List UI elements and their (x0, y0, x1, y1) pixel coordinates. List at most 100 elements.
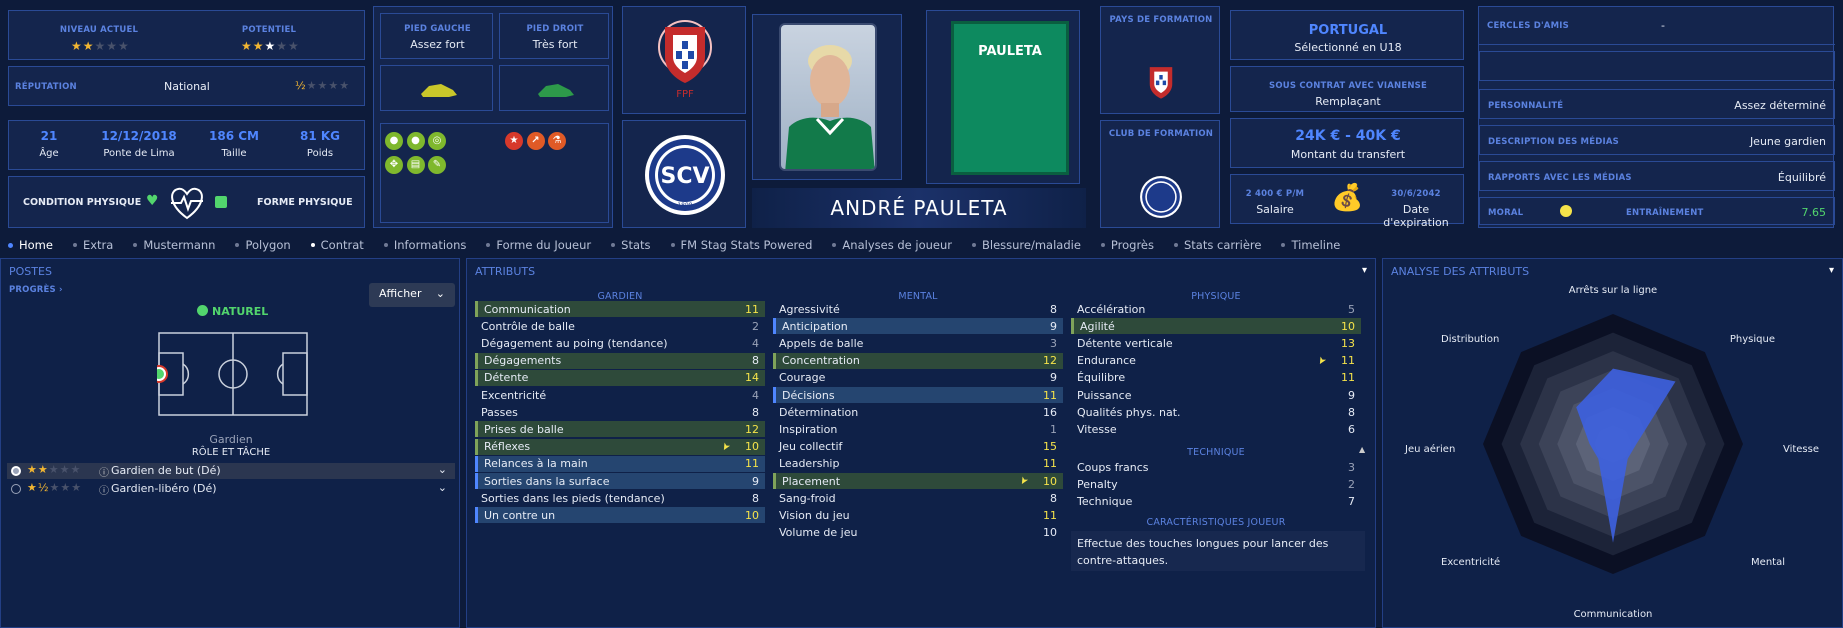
club-formation-label: CLUB DE FORMATION (1108, 129, 1214, 139)
attribute-row[interactable]: Volume de jeu 10 (773, 525, 1063, 541)
tab-informations[interactable]: Informations (383, 238, 466, 252)
tab-extra[interactable]: Extra (72, 238, 113, 252)
flask-icon[interactable]: ⚗ (548, 132, 566, 150)
attribute-value: 2 (752, 319, 759, 333)
condition-box: CONDITION PHYSIQUE ♥ FORME PHYSIQUE (8, 176, 365, 228)
attribute-name: Dégagements (484, 354, 562, 368)
attribute-row[interactable]: Détermination 16 (773, 404, 1063, 420)
attribute-row[interactable]: Qualités phys. nat. 8 (1071, 404, 1361, 420)
trait-icon[interactable]: ● (406, 132, 425, 150)
tab-home[interactable]: Home (8, 238, 53, 252)
attribute-row[interactable]: Communication 11 (475, 301, 765, 317)
contrat-box: SOUS CONTRAT AVEC VIANENSE Remplaçant (1230, 66, 1464, 112)
role-row[interactable]: ★★★★★ ⓘ Gardien de but (Dé) ⌄ (7, 463, 455, 479)
attribute-row[interactable]: Puissance 9 (1071, 387, 1361, 403)
progres-link[interactable]: PROGRÈS › (9, 285, 63, 295)
trend-icon[interactable]: ↗ (526, 132, 545, 150)
attribute-name: Sang-froid (779, 491, 836, 505)
tab-analyses-de-joueur[interactable]: Analyses de joueur (832, 238, 952, 252)
chevron-down-icon[interactable]: ⌄ (438, 463, 447, 476)
trait-icon[interactable]: ✥ (385, 156, 403, 174)
naturel-dot-icon (197, 305, 208, 316)
entrainement-value: 7.65 (1801, 206, 1827, 219)
chevron-down-icon[interactable]: ⌄ (438, 481, 447, 494)
radar-label: Arrêts sur la ligne (1569, 284, 1657, 296)
attribute-row[interactable]: Détente 14 (475, 369, 765, 386)
tab-dot-icon (611, 243, 616, 247)
attribute-row[interactable]: Appels de balle 3 (773, 335, 1063, 351)
tab-polygon[interactable]: Polygon (235, 238, 291, 252)
reputation-value: National (164, 80, 210, 93)
tab-contrat[interactable]: Contrat (310, 238, 364, 252)
attribute-row[interactable]: Coups francs 3 (1071, 459, 1361, 475)
attribute-row[interactable]: Anticipation 9 (773, 318, 1063, 335)
attribute-row[interactable]: Technique 7 (1071, 493, 1361, 509)
attribute-name: Vision du jeu (779, 508, 850, 522)
player-portrait[interactable] (779, 23, 877, 171)
attribute-row[interactable]: Prises de balle 12 (475, 421, 765, 438)
attribute-row[interactable]: Équilibre 11 (1071, 370, 1361, 386)
tab-mustermann[interactable]: Mustermann (133, 238, 215, 252)
heartbeat-icon (167, 185, 207, 224)
attribute-row[interactable]: Agilité 10 (1071, 318, 1361, 335)
tab-progr-s[interactable]: Progrès (1100, 238, 1154, 252)
trait-icon[interactable]: ● (385, 132, 403, 150)
height-label: Taille (221, 148, 247, 159)
shirt-box: PAULETA (926, 10, 1080, 184)
attribute-value: 8 (752, 491, 759, 505)
attribute-row[interactable]: Leadership 11 (773, 456, 1063, 472)
height-value: 186 CM (209, 129, 259, 143)
salary-label: Salaire (1256, 203, 1294, 216)
attribute-row[interactable]: Agressivité 8 (773, 301, 1063, 317)
attribute-row[interactable]: Concentration 12 (773, 352, 1063, 369)
attribute-row[interactable]: Passes 8 (475, 404, 765, 420)
role-row[interactable]: ★½★★★ ⓘ Gardien-libéro (Dé) ⌄ (7, 481, 455, 497)
bio-box: 21 Âge 12/12/2018 Ponte de Lima 186 CM T… (8, 120, 365, 170)
tab-fm-stag-stats-powered[interactable]: FM Stag Stats Powered (670, 238, 812, 252)
carac-box: Effectue des touches longues pour lancer… (1071, 531, 1365, 571)
empty-row (1479, 51, 1835, 81)
attribute-row[interactable]: Relances à la main 11 (475, 455, 765, 472)
tab-stats-carri-re[interactable]: Stats carrière (1174, 238, 1261, 252)
attribute-row[interactable]: Penalty 2 (1071, 476, 1361, 492)
radio-icon[interactable] (11, 484, 21, 494)
tab-dot-icon (1174, 243, 1178, 247)
attribute-row[interactable]: Vision du jeu 11 (773, 507, 1063, 523)
attribute-row[interactable]: Excentricité 4 (475, 387, 765, 403)
tab-forme-du-joueur[interactable]: Forme du Joueur (486, 238, 591, 252)
tab-stats[interactable]: Stats (611, 238, 651, 252)
attribute-row[interactable]: Jeu collectif 15 (773, 439, 1063, 455)
technique-collapse-icon[interactable]: ▲ (1359, 445, 1365, 454)
role-stars: ★★★★★ (27, 463, 82, 476)
info-icon[interactable]: ⓘ (99, 482, 109, 497)
attribute-row[interactable]: Détente verticale 13 (1071, 335, 1361, 351)
afficher-dropdown[interactable]: Afficher ⌄ (369, 283, 455, 307)
attribute-value: 11 (1341, 354, 1355, 368)
chevron-down-icon[interactable]: ▾ (1362, 265, 1367, 276)
trait-icon[interactable]: ▤ (406, 156, 425, 174)
info-icon[interactable]: ⓘ (99, 464, 109, 479)
tab-timeline[interactable]: Timeline (1281, 238, 1340, 252)
pied-gauche-value: Assez fort (410, 38, 465, 51)
attribute-row[interactable]: Sorties dans la surface 9 (475, 473, 765, 489)
attribute-row[interactable]: Vitesse 6 (1071, 421, 1361, 437)
trait-icon[interactable]: ✎ (428, 156, 446, 174)
target-icon[interactable]: ◎ (428, 132, 446, 150)
attribute-row[interactable]: Accélération 5 (1071, 301, 1361, 317)
attribute-value: 15 (1043, 440, 1057, 454)
attribute-row[interactable]: Courage 9 (773, 370, 1063, 386)
attribute-row[interactable]: Sang-froid 8 (773, 490, 1063, 506)
tab-label: Analyses de joueur (842, 238, 952, 252)
attribute-row[interactable]: Dégagements 8 (475, 352, 765, 369)
tab-blessure-maladie[interactable]: Blessure/maladie (971, 238, 1081, 252)
tab-dot-icon (1100, 243, 1105, 247)
radio-selected-icon[interactable] (11, 466, 21, 476)
star-icon[interactable]: ★ (505, 132, 523, 150)
attribute-row[interactable]: Dégagement au poing (tendance) 4 (475, 335, 765, 351)
attribute-row[interactable]: Décisions 11 (773, 387, 1063, 403)
attribute-row[interactable]: Inspiration 1 (773, 421, 1063, 437)
attribute-row[interactable]: Sorties dans les pieds (tendance) 8 (475, 490, 765, 506)
attribute-row[interactable]: Contrôle de balle 2 (475, 318, 765, 334)
attribute-row[interactable]: Un contre un 10 (475, 507, 765, 524)
heart-icon: ♥ (146, 193, 159, 209)
